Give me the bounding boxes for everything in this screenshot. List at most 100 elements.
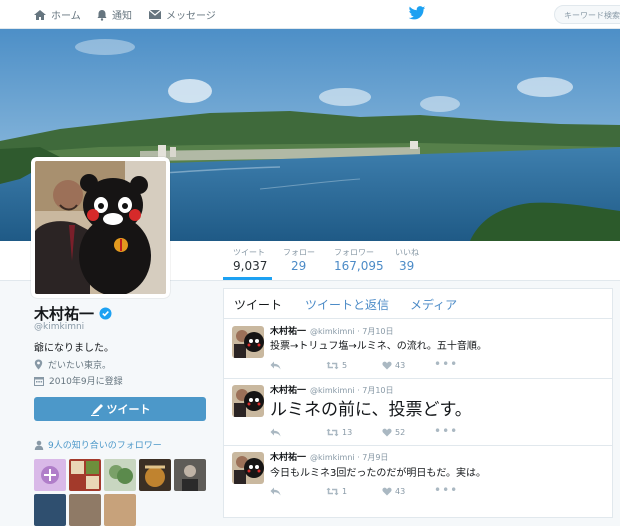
stat-following-value: 29 <box>291 259 307 273</box>
top-navigation-bar: ホーム 通知 メッセージ キーワード検索 <box>0 0 620 29</box>
stat-following[interactable]: フォロー 29 <box>283 247 315 273</box>
follower-thumb[interactable] <box>104 494 136 526</box>
tweet-author-name[interactable]: 木村祐一 <box>270 327 306 337</box>
retweet-icon <box>326 361 339 370</box>
tweet-date[interactable]: 7月10日 <box>362 386 393 395</box>
nav-messages-label: メッセージ <box>166 11 216 22</box>
stat-likes[interactable]: いいね 39 <box>395 247 419 273</box>
nav-notifications-label: 通知 <box>112 11 132 22</box>
tab-tweets-and-replies[interactable]: ツイートと返信 <box>305 296 389 313</box>
tab-tweets[interactable]: ツイート <box>234 296 282 313</box>
heart-icon <box>382 487 392 496</box>
tweet-author-name[interactable]: 木村祐一 <box>270 453 306 463</box>
stat-following-label: フォロー <box>283 248 315 257</box>
reply-button[interactable] <box>270 361 281 370</box>
stat-likes-value: 39 <box>399 259 415 273</box>
mutual-followers-link[interactable]: 9人の知り合いのフォロワー <box>34 438 162 451</box>
home-icon <box>34 9 46 20</box>
search-input[interactable]: キーワード検索 <box>554 5 620 24</box>
mutual-followers-text: 9人の知り合いのフォロワー <box>48 441 162 451</box>
profile-join-date-text: 2010年9月に登録 <box>49 377 123 387</box>
like-count: 43 <box>395 487 406 496</box>
location-pin-icon <box>34 359 43 370</box>
profile-handle[interactable]: @kimkimni <box>34 322 84 332</box>
reply-icon <box>270 361 281 370</box>
compose-feather-icon <box>90 403 103 416</box>
like-button[interactable]: 43 <box>382 487 405 496</box>
retweet-icon <box>326 428 339 437</box>
stat-tweets[interactable]: ツイート 9,037 <box>233 247 267 273</box>
tweet-item[interactable]: 木村祐一 @kimkimni · 7月9日 今日もルミネ3回だったのだが明日もだ。… <box>224 445 612 507</box>
stat-tweets-value: 9,037 <box>233 259 268 273</box>
stat-tweets-label: ツイート <box>233 248 265 257</box>
profile-location-text: だいたい東京。 <box>48 361 112 371</box>
nav-notifications[interactable]: 通知 <box>96 0 132 29</box>
tweet-text: 今日もルミネ3回だったのだが明日もだ。実は。 <box>270 468 487 479</box>
tweet-author-handle[interactable]: @kimkimni <box>310 453 355 462</box>
stat-followers[interactable]: フォロワー 167,095 <box>334 247 384 273</box>
follower-thumb[interactable] <box>139 459 171 491</box>
follower-thumb[interactable] <box>69 459 101 491</box>
retweet-count: 5 <box>342 361 348 370</box>
timeline-tabs: ツイート ツイートと返信 メディア <box>224 289 612 319</box>
twitter-bird-icon[interactable] <box>408 6 426 24</box>
follower-thumb[interactable] <box>174 459 206 491</box>
more-options-icon[interactable]: ••• <box>434 483 458 497</box>
stat-followers-value: 167,095 <box>334 259 384 273</box>
more-options-icon[interactable]: ••• <box>434 424 458 438</box>
tweet-button-label: ツイート <box>106 403 151 416</box>
people-icon <box>34 440 44 450</box>
profile-join-date: 2010年9月に登録 <box>34 374 123 387</box>
tweet-author-handle[interactable]: @kimkimni <box>310 386 355 395</box>
active-stat-indicator <box>223 277 272 280</box>
tweet-date[interactable]: 7月9日 <box>362 453 388 462</box>
reply-icon <box>270 487 281 496</box>
retweet-icon <box>326 487 339 496</box>
follower-thumb[interactable] <box>69 494 101 526</box>
profile-name: 木村祐一 <box>34 303 112 324</box>
verified-badge-icon <box>99 307 112 320</box>
nav-home-label: ホーム <box>51 11 81 22</box>
heart-icon <box>382 428 392 437</box>
profile-avatar[interactable] <box>31 157 170 298</box>
reply-button[interactable] <box>270 428 281 437</box>
tweet-text: 投票→トリュフ塩→ルミネ、の流れ。五十音順。 <box>270 341 487 352</box>
tweet-timeline: ツイート ツイートと返信 メディア 木村祐一 @kimkimni · 7月10日 … <box>223 288 613 518</box>
tweet-text: ルミネの前に、投票どす。 <box>270 400 472 420</box>
tweet-avatar[interactable] <box>232 385 264 417</box>
retweet-button[interactable]: 13 <box>326 428 352 437</box>
follower-thumb[interactable] <box>34 459 66 491</box>
envelope-icon <box>148 9 162 19</box>
bell-icon <box>97 9 107 21</box>
tweet-item[interactable]: 木村祐一 @kimkimni · 7月10日 ルミネの前に、投票どす。 13 52… <box>224 378 612 446</box>
retweet-button[interactable]: 5 <box>326 361 347 370</box>
tweet-avatar[interactable] <box>232 452 264 484</box>
like-button[interactable]: 43 <box>382 361 405 370</box>
tweet-header: 木村祐一 @kimkimni · 7月10日 <box>270 327 394 337</box>
tweet-author-handle[interactable]: @kimkimni <box>310 327 355 336</box>
stat-likes-label: いいね <box>395 248 419 257</box>
profile-location: だいたい東京。 <box>34 358 111 371</box>
tweet-to-user-button[interactable]: ツイート <box>34 397 206 421</box>
retweet-button[interactable]: 1 <box>326 487 347 496</box>
tweet-item[interactable]: 木村祐一 @kimkimni · 7月10日 投票→トリュフ塩→ルミネ、の流れ。五… <box>224 319 612 379</box>
retweet-count: 1 <box>342 487 348 496</box>
profile-bio: 爺になりました。 <box>34 343 114 354</box>
nav-home[interactable]: ホーム <box>33 0 81 29</box>
like-count: 52 <box>395 428 406 437</box>
calendar-icon <box>34 376 44 386</box>
follower-thumb[interactable] <box>104 459 136 491</box>
reply-button[interactable] <box>270 487 281 496</box>
tweet-avatar[interactable] <box>232 326 264 358</box>
follower-thumb[interactable] <box>34 494 66 526</box>
nav-messages[interactable]: メッセージ <box>148 0 216 29</box>
like-button[interactable]: 52 <box>382 428 405 437</box>
tweet-header: 木村祐一 @kimkimni · 7月9日 <box>270 453 389 463</box>
heart-icon <box>382 361 392 370</box>
reply-icon <box>270 428 281 437</box>
more-options-icon[interactable]: ••• <box>434 357 458 371</box>
profile-name-text: 木村祐一 <box>34 305 95 323</box>
tab-media[interactable]: メディア <box>410 296 457 313</box>
tweet-date[interactable]: 7月10日 <box>362 327 393 336</box>
like-count: 43 <box>395 361 406 370</box>
